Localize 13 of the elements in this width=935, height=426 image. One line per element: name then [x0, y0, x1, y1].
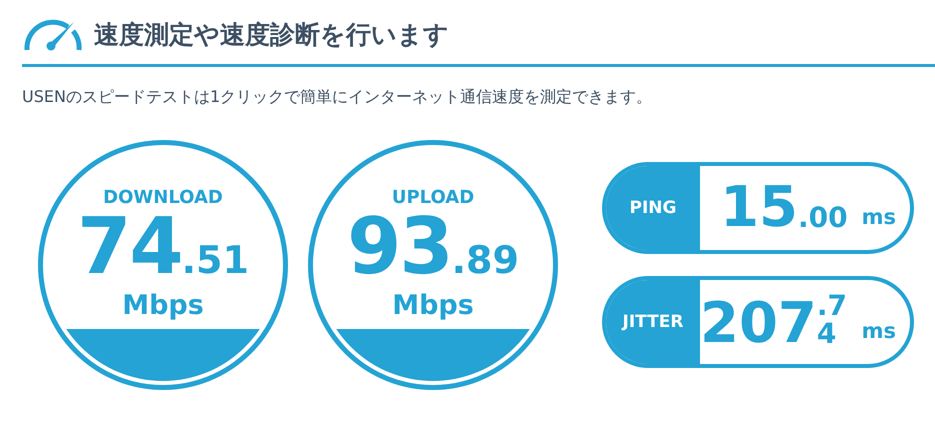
speed-value: 74.51	[77, 208, 249, 286]
speed-unit: Mbps	[122, 290, 204, 321]
metric-label: JITTER	[606, 280, 700, 364]
gauge-label: DOWNLOAD	[103, 187, 223, 208]
gauge-label: UPLOAD	[392, 187, 474, 208]
metric-label: PING	[606, 166, 700, 250]
speed-unit: Mbps	[392, 290, 474, 321]
page-title: 速度測定や速度診断を行います	[94, 18, 449, 50]
metric-value: 15.00	[720, 180, 848, 236]
speed-value: 93.89	[347, 208, 519, 286]
metric-unit: ms	[862, 319, 896, 343]
description: USENのスピードテストは1クリックで簡単にインターネット通信速度を測定できます。	[22, 87, 654, 108]
metric-unit: ms	[862, 205, 896, 229]
